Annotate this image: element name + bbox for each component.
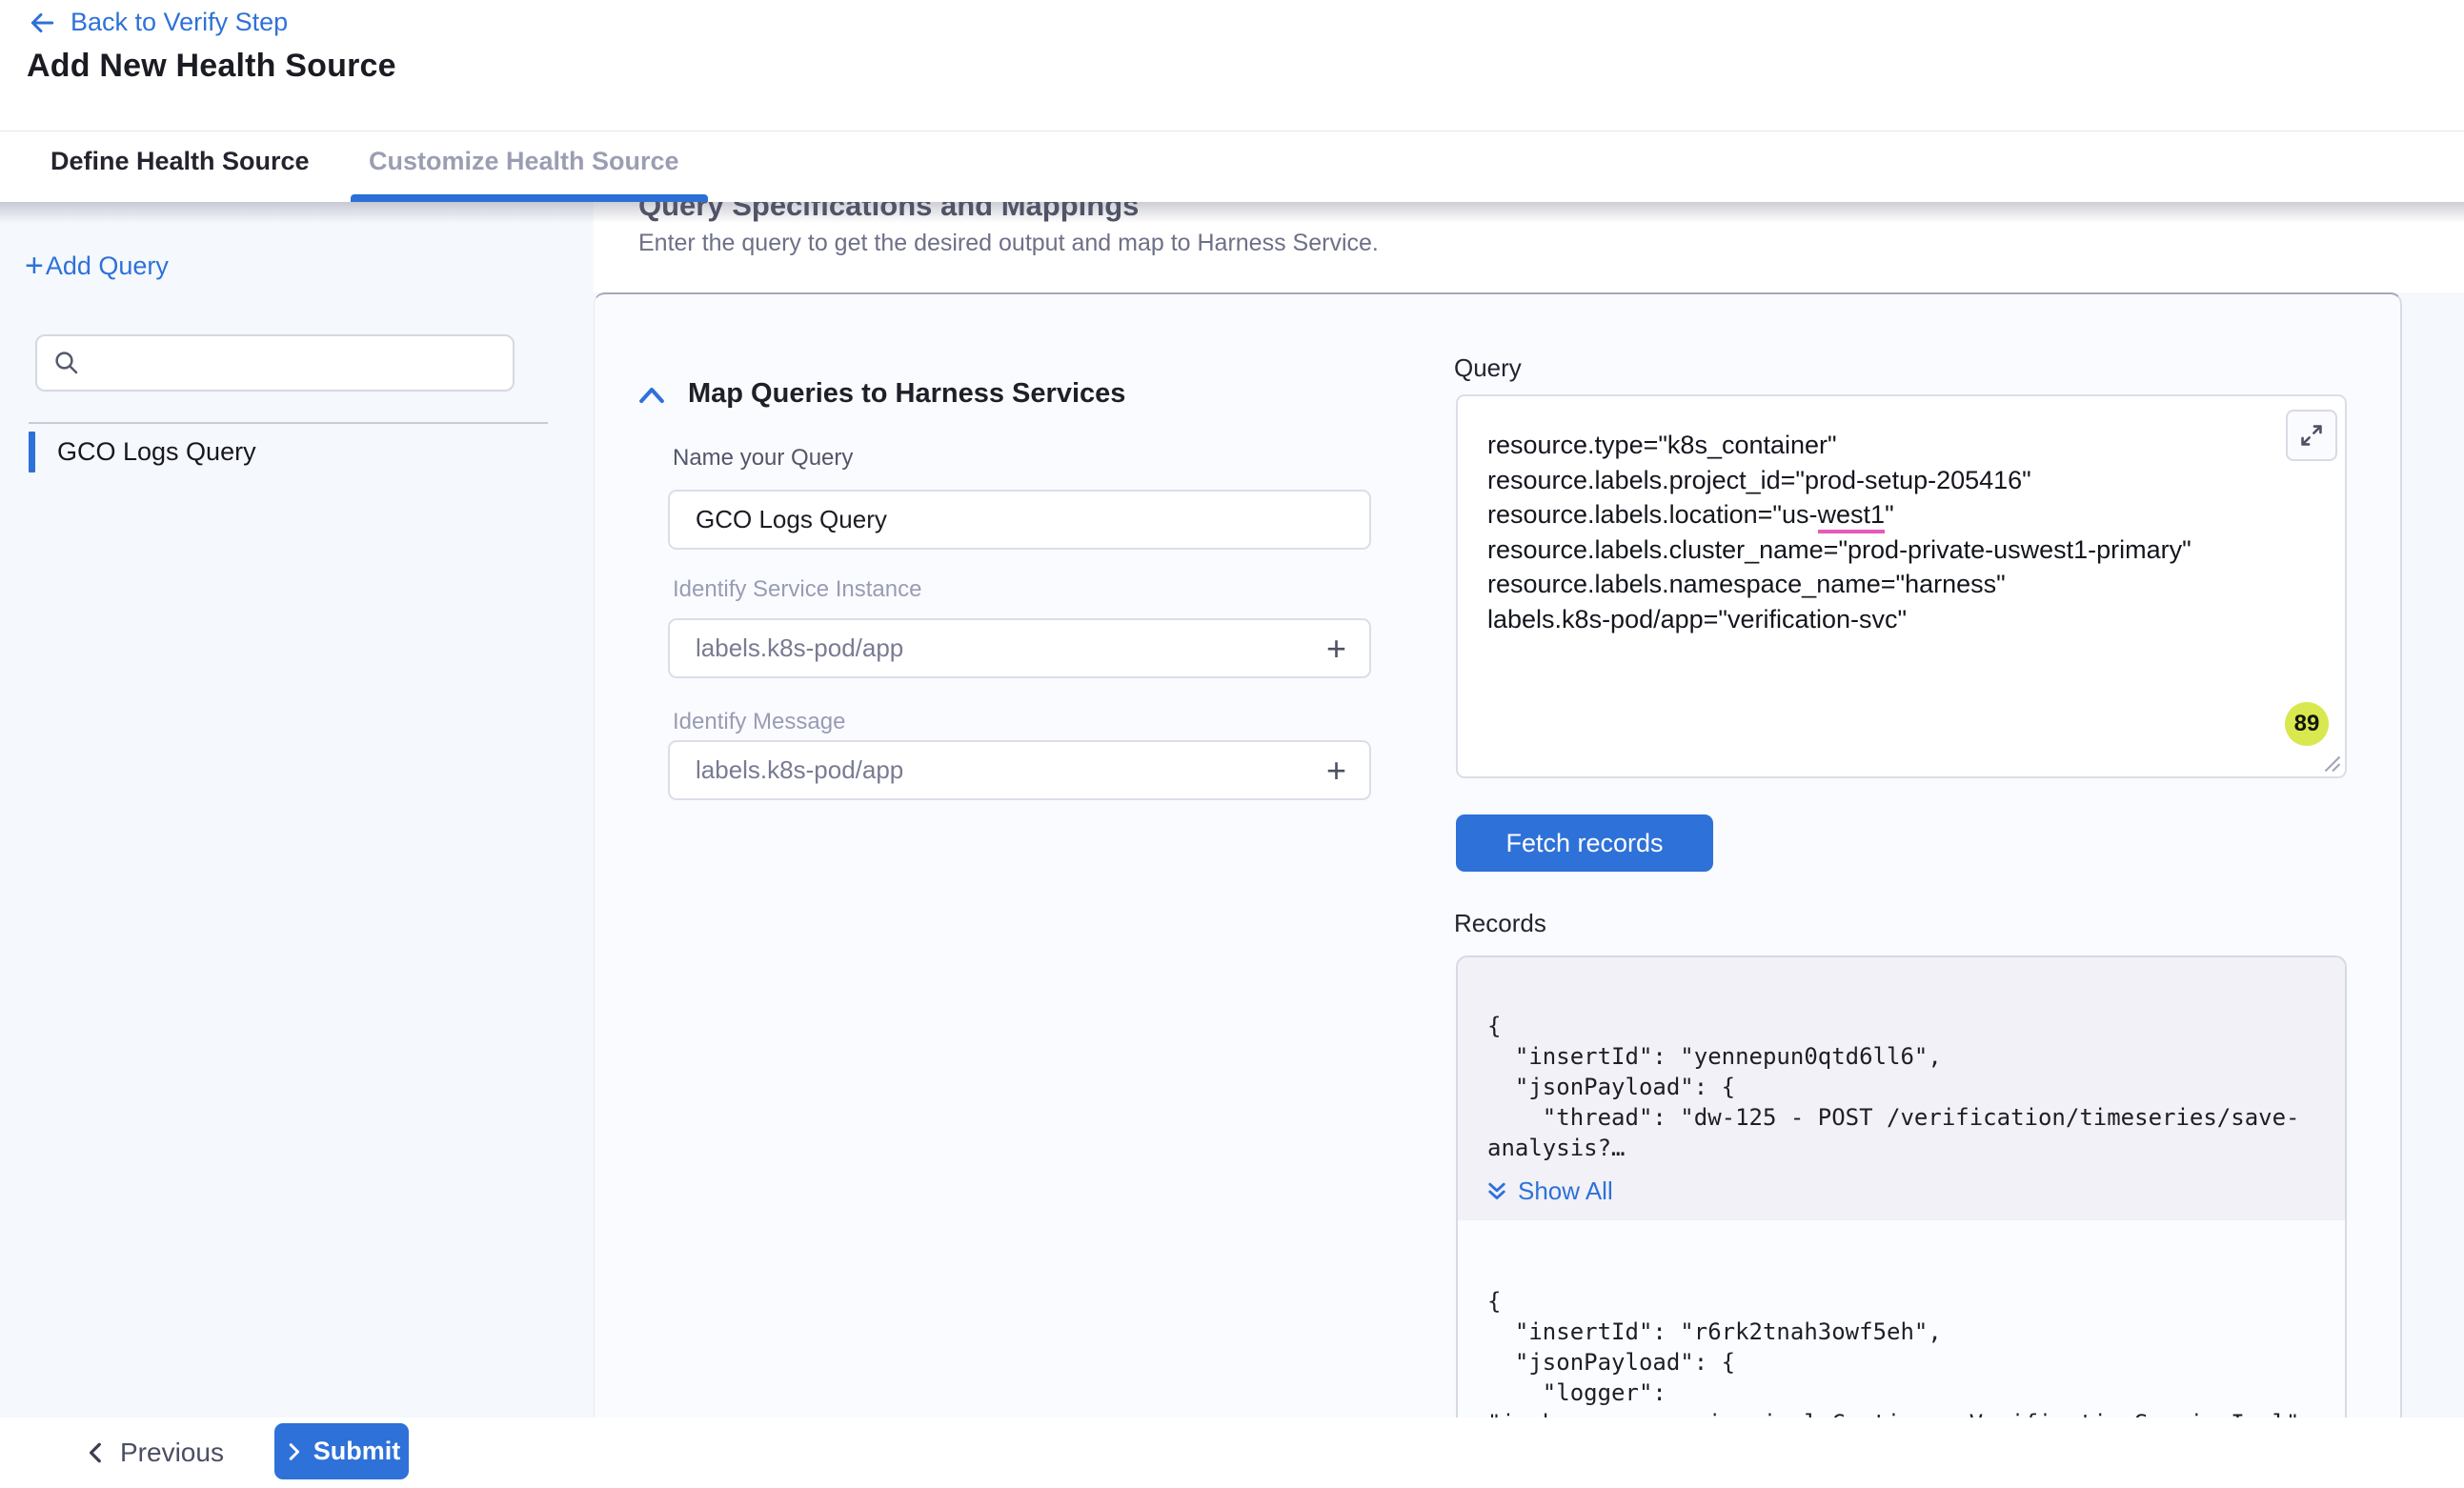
tab-customize-health-source[interactable]: Customize Health Source: [369, 147, 679, 176]
sidebar-item-gco-logs-query[interactable]: GCO Logs Query: [29, 431, 562, 473]
expand-icon[interactable]: [2286, 410, 2337, 461]
map-queries-heading: Map Queries to Harness Services: [688, 378, 1125, 410]
query-label: Query: [1454, 353, 1522, 383]
back-link[interactable]: Back to Verify Step: [27, 8, 288, 37]
service-instance-add-icon[interactable]: +: [1321, 632, 1352, 666]
previous-label: Previous: [120, 1438, 224, 1468]
tab-define-health-source[interactable]: Define Health Source: [50, 147, 310, 176]
service-instance-input[interactable]: [696, 633, 1321, 663]
query-item-label: GCO Logs Query: [57, 437, 256, 467]
back-arrow-icon: [27, 9, 57, 37]
query-search-box: [35, 334, 515, 392]
section-subheading: Enter the query to get the desired outpu…: [638, 230, 1379, 257]
page-header: Back to Verify Step Add New Health Sourc…: [0, 0, 2464, 131]
double-chevron-down-icon: [1485, 1180, 1508, 1203]
back-link-label: Back to Verify Step: [71, 8, 288, 37]
search-icon: [52, 349, 81, 377]
query-textarea[interactable]: resource.type="k8s_container" resource.l…: [1456, 394, 2347, 778]
records-panel: { "insertId": "yennepun0qtd6ll6", "jsonP…: [1456, 955, 2347, 1418]
chevron-up-icon[interactable]: [637, 384, 666, 407]
add-query-label: Add Query: [46, 251, 169, 281]
query-name-field: [668, 490, 1371, 550]
plus-icon: +: [25, 253, 44, 279]
submit-button[interactable]: Submit: [274, 1423, 409, 1479]
record-2-json: { "insertId": "r6rk2tnah3owf5eh", "jsonP…: [1487, 1286, 2313, 1418]
show-all-link[interactable]: Show All: [1485, 1176, 1613, 1206]
page-title: Add New Health Source: [27, 48, 396, 85]
sidebar-divider: [29, 422, 548, 424]
record-item-1: { "insertId": "yennepun0qtd6ll6", "jsonP…: [1458, 957, 2345, 1220]
fetch-records-button[interactable]: Fetch records: [1456, 814, 1713, 872]
records-label: Records: [1454, 909, 1546, 938]
record-1-json: { "insertId": "yennepun0qtd6ll6", "jsonP…: [1487, 1011, 2300, 1163]
footer-bar: Previous Submit: [0, 1418, 2464, 1488]
query-specifications-card: Map Queries to Harness Services Name you…: [594, 292, 2402, 1418]
identify-message-label: Identify Message: [673, 709, 845, 735]
add-health-source-page: Query Specifications and Mappings Enter …: [0, 0, 2464, 1488]
message-field: +: [668, 740, 1371, 800]
search-input[interactable]: [92, 349, 497, 378]
show-all-label: Show All: [1518, 1176, 1613, 1206]
query-text: resource.type="k8s_container" resource.l…: [1487, 428, 2191, 636]
query-sidebar: + Add Query GCO Logs Query: [0, 202, 594, 1418]
char-count-badge: 89: [2285, 702, 2329, 746]
name-your-query-label: Name your Query: [673, 445, 853, 472]
submit-label: Submit: [313, 1437, 401, 1466]
selected-indicator: [29, 432, 35, 473]
add-query-button[interactable]: + Add Query: [25, 251, 169, 281]
query-name-input[interactable]: [696, 505, 1352, 534]
chevron-right-icon: [283, 1441, 304, 1462]
message-input[interactable]: [696, 755, 1321, 785]
active-tab-underline: [351, 194, 708, 202]
previous-button[interactable]: Previous: [84, 1429, 224, 1477]
chevron-left-icon: [84, 1440, 109, 1465]
tab-bar: Define Health Source Customize Health So…: [0, 131, 2464, 202]
identify-service-instance-label: Identify Service Instance: [673, 576, 921, 603]
resize-handle-icon[interactable]: [2323, 754, 2342, 774]
message-add-icon[interactable]: +: [1321, 754, 1352, 788]
service-instance-field: +: [668, 618, 1371, 678]
